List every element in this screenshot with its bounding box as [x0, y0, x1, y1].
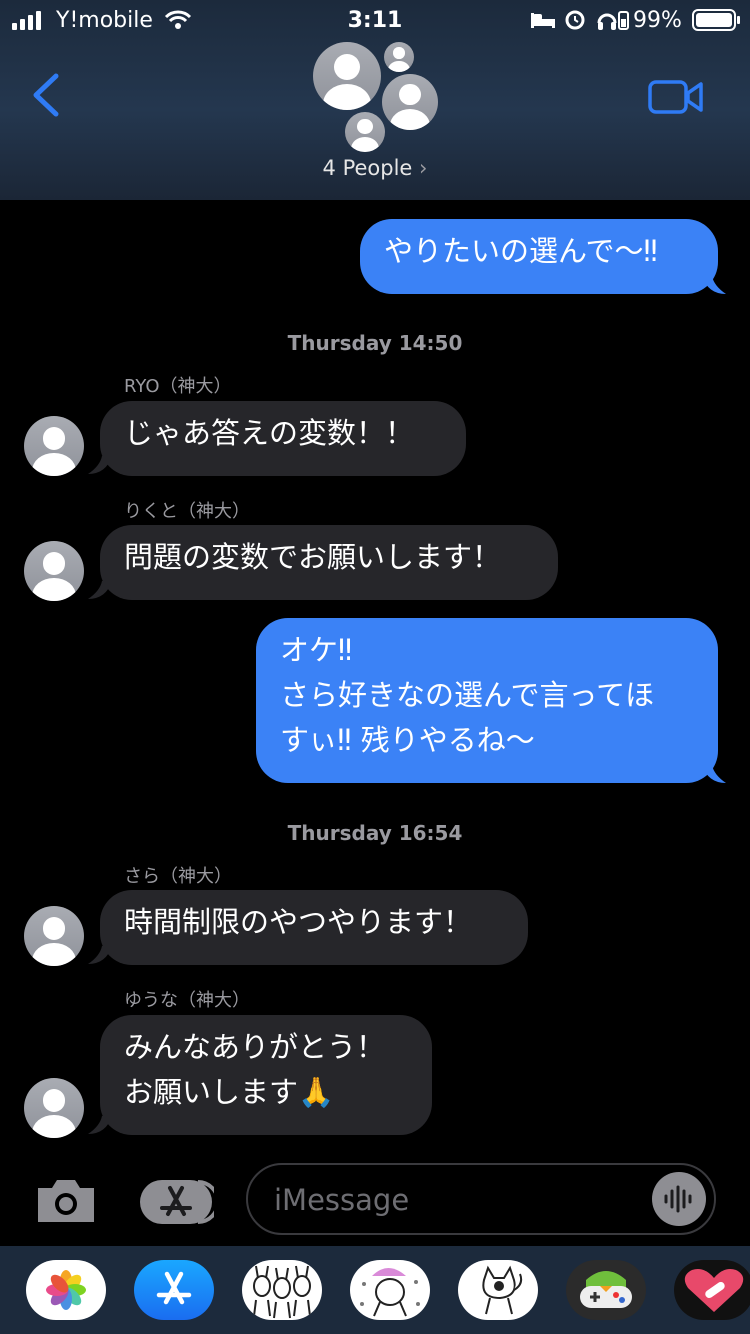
bubble-tail — [702, 276, 726, 294]
audio-message-button[interactable] — [652, 1172, 706, 1226]
alarm-icon — [565, 10, 585, 30]
app-drawer-toggle-icon[interactable] — [196, 1180, 214, 1224]
camera-icon[interactable] — [34, 1176, 98, 1226]
contact-avatar[interactable] — [24, 416, 84, 476]
conversation-header: Y!mobile 3:11 99% 4 People › — [0, 0, 750, 200]
group-member-avatar — [382, 74, 438, 130]
status-bar: Y!mobile 3:11 99% — [0, 0, 750, 42]
app-store-icon[interactable] — [134, 1260, 214, 1320]
bubble-tail — [88, 581, 112, 599]
sticker-pack-1-icon[interactable] — [242, 1260, 322, 1320]
bubble-tail — [88, 456, 112, 474]
bubble-tail — [88, 946, 112, 964]
incoming-message[interactable]: じゃあ答えの変数！！ — [100, 401, 466, 476]
game-app-icon[interactable] — [566, 1260, 646, 1320]
back-chevron-icon[interactable] — [30, 72, 60, 118]
sender-name: りくと（神大） — [124, 501, 250, 522]
group-people-label[interactable]: 4 People › — [0, 156, 750, 180]
headphones-icon — [597, 13, 617, 30]
timestamp: Thursday 16:54 — [287, 821, 463, 845]
incoming-message[interactable]: 時間制限のやつやります！ — [100, 890, 528, 965]
sticker-pack-2-icon[interactable] — [350, 1260, 430, 1320]
battery-icon — [692, 9, 740, 31]
group-member-avatar — [345, 112, 385, 152]
incoming-message[interactable]: みんなありがとう！ お願いします🙏 — [100, 1015, 432, 1135]
battery-percentage: 99% — [633, 8, 682, 33]
waveform-icon — [664, 1185, 692, 1213]
group-member-avatar — [313, 42, 381, 110]
bubble-tail — [702, 765, 726, 783]
photos-app-icon[interactable] — [26, 1260, 106, 1320]
contact-avatar[interactable] — [24, 906, 84, 966]
incoming-message[interactable]: 問題の変数でお願いします！ — [100, 525, 558, 600]
contact-avatar[interactable] — [24, 1078, 84, 1138]
heart-app-icon[interactable] — [674, 1260, 750, 1320]
bubble-tail — [88, 1116, 112, 1134]
timestamp: Thursday 14:50 — [287, 331, 463, 355]
chevron-right-icon: › — [419, 156, 428, 180]
sender-name: さら（神大） — [124, 866, 232, 887]
imessage-app-drawer — [0, 1246, 750, 1334]
group-member-avatar — [384, 42, 414, 72]
message-input-placeholder: iMessage — [274, 1183, 410, 1217]
outgoing-message[interactable]: オケ‼︎ さら好きなの選んで言ってほ すぃ‼︎ 残りやるね〜 — [256, 618, 718, 783]
sender-name: RYO（神大） — [124, 376, 232, 397]
outgoing-message[interactable]: やりたいの選んで〜‼︎ — [360, 219, 718, 294]
sticker-pack-3-icon[interactable] — [458, 1260, 538, 1320]
contact-avatar[interactable] — [24, 541, 84, 601]
app-store-icon — [160, 1186, 192, 1216]
message-input[interactable]: iMessage — [246, 1163, 716, 1235]
sender-name: ゆうな（神大） — [124, 990, 250, 1011]
bed-icon — [531, 13, 555, 28]
battery-level-icon — [618, 11, 629, 30]
video-call-icon[interactable] — [648, 78, 704, 116]
